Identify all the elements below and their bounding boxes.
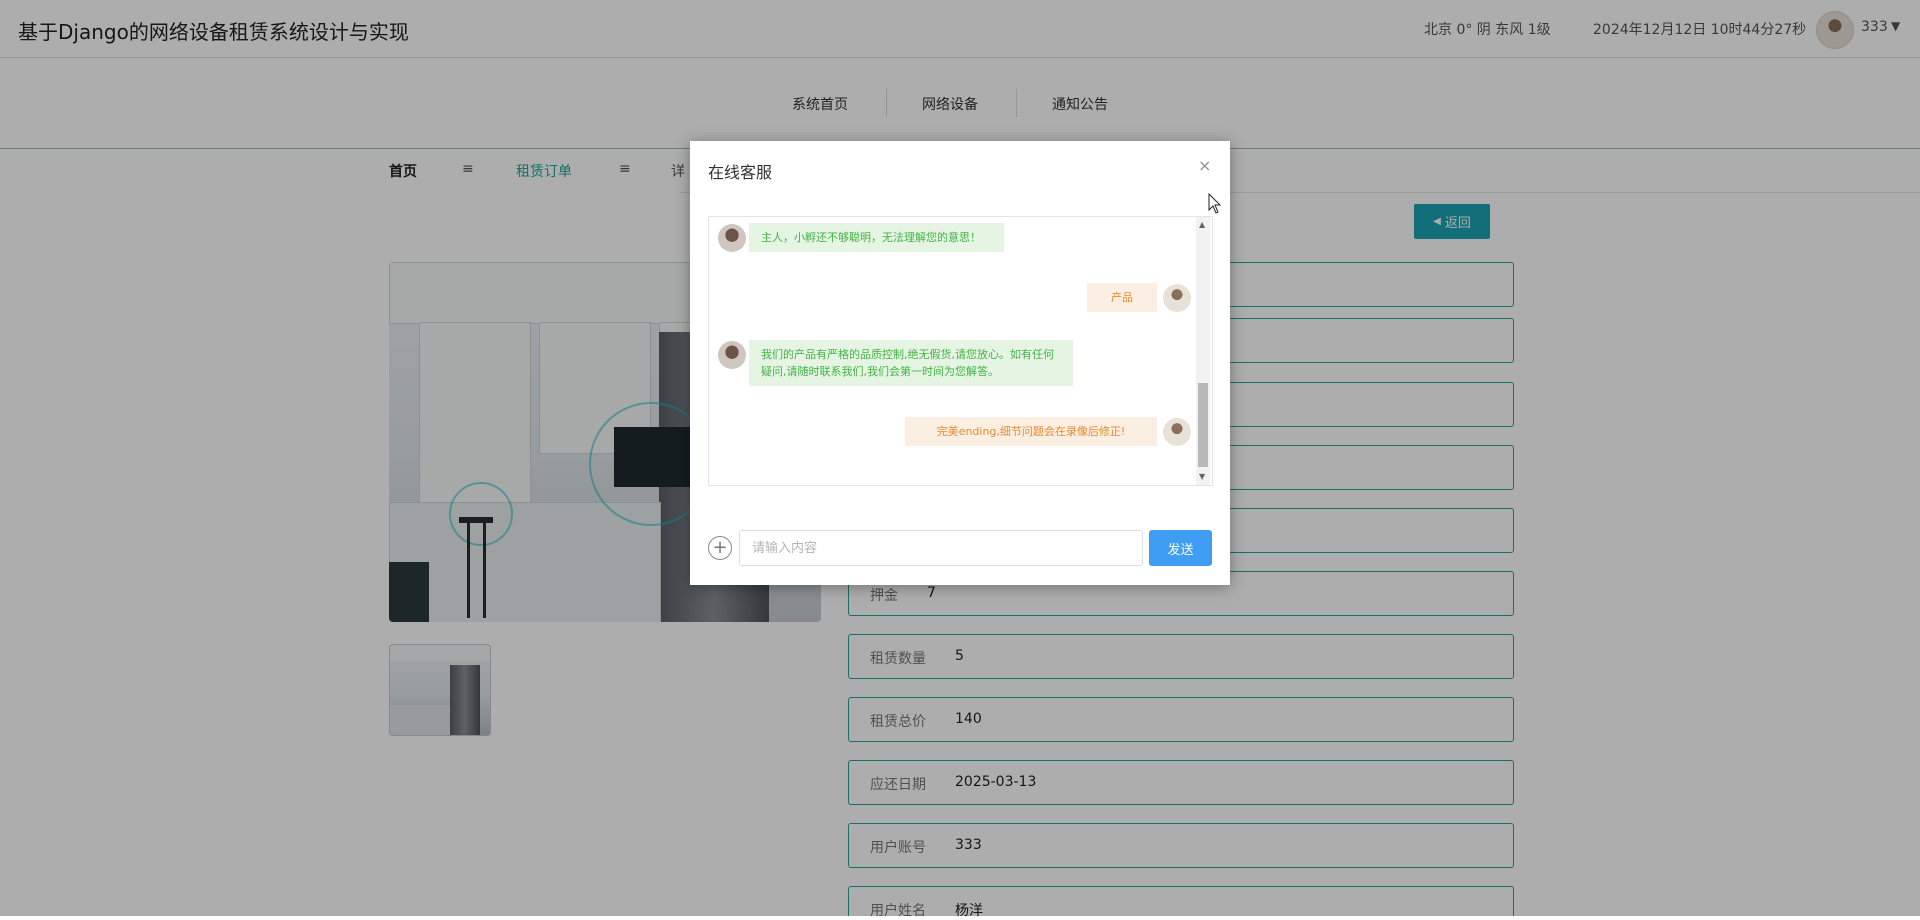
chat-history[interactable]: 主人，小孵还不够聪明，无法理解您的意思！ 产品 我们的产品有严格的品质控制,绝无…: [708, 216, 1213, 486]
bot-avatar: [718, 341, 746, 369]
chat-message: 完美ending,细节问题会在录像后修正!: [905, 417, 1157, 446]
chat-message: 主人，小孵还不够聪明，无法理解您的意思！: [749, 223, 1004, 252]
chat-message: 产品: [1087, 283, 1157, 312]
scroll-up-icon[interactable]: ▲: [1199, 220, 1205, 229]
dialog-title: 在线客服: [708, 163, 773, 182]
mouse-cursor-icon: [1208, 193, 1222, 214]
customer-service-dialog: 在线客服 × 主人，小孵还不够聪明，无法理解您的意思！ 产品 我们的产品有严格的…: [690, 141, 1230, 585]
bot-avatar: [718, 224, 746, 252]
send-button[interactable]: 发送: [1149, 530, 1212, 566]
scroll-down-icon[interactable]: ▼: [1199, 472, 1205, 481]
close-icon[interactable]: ×: [1198, 156, 1211, 175]
add-attachment-icon[interactable]: +: [708, 536, 732, 560]
user-avatar: [1163, 418, 1191, 446]
chat-message: 我们的产品有严格的品质控制,绝无假货,请您放心。如有任何疑问,请随时联系我们,我…: [749, 340, 1073, 386]
chat-input[interactable]: [739, 530, 1143, 566]
scrollbar-thumb[interactable]: [1198, 383, 1208, 467]
user-avatar: [1163, 284, 1191, 312]
chat-scrollbar[interactable]: ▲ ▼: [1196, 217, 1210, 485]
